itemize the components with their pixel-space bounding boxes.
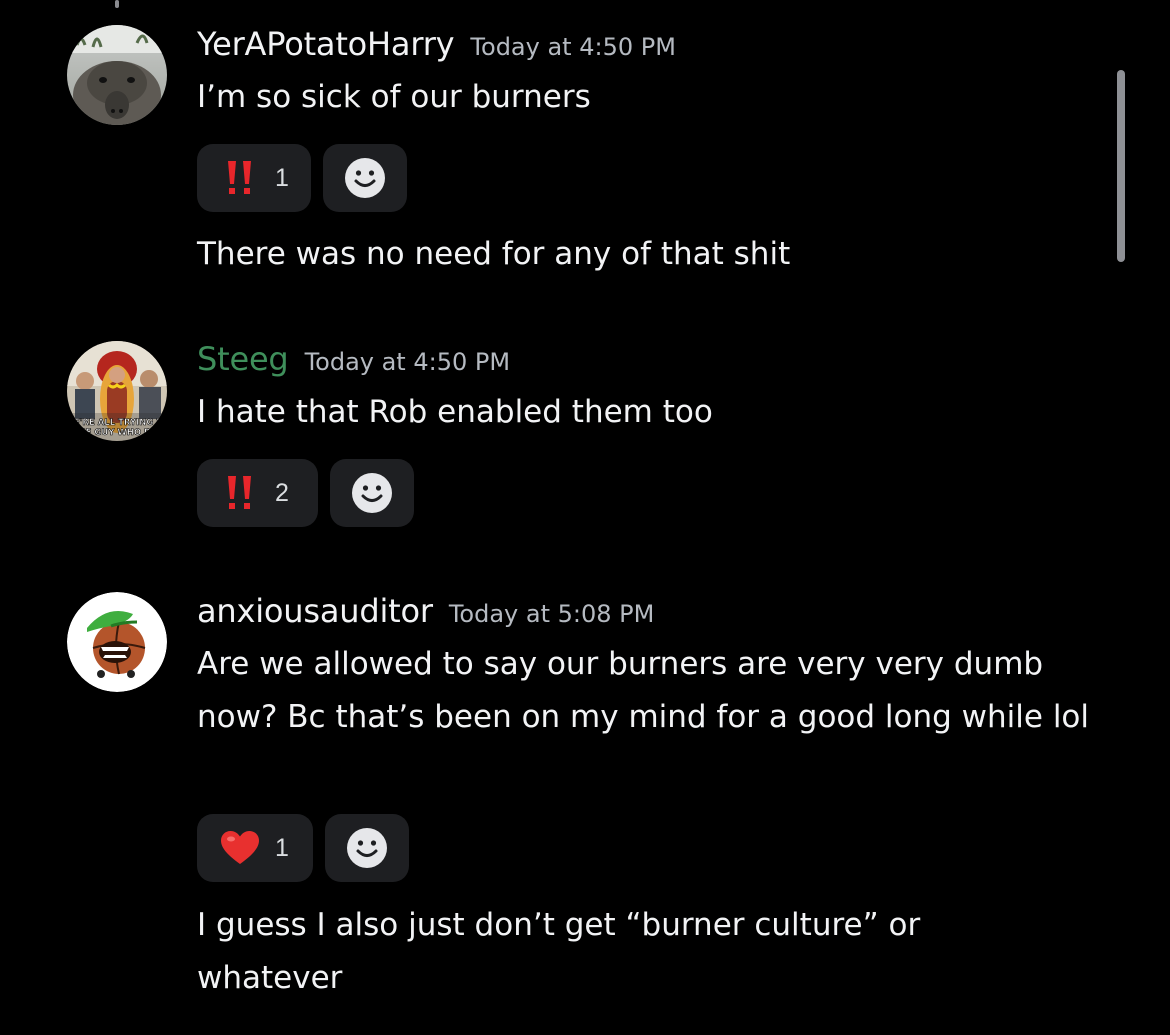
reaction-bar: 1 <box>197 144 407 212</box>
reaction-count: 1 <box>275 163 289 192</box>
divider-stub <box>115 0 119 8</box>
add-reaction-button[interactable] <box>323 144 407 212</box>
username[interactable]: YerAPotatoHarry <box>197 25 455 63</box>
double-exclamation-icon <box>219 472 261 514</box>
double-exclamation-icon <box>219 157 261 199</box>
add-reaction-button[interactable] <box>325 814 409 882</box>
avatar[interactable] <box>67 592 167 692</box>
timestamp: Today at 4:50 PM <box>304 348 511 376</box>
reaction-count: 1 <box>275 833 289 862</box>
timestamp: Today at 5:08 PM <box>448 600 655 628</box>
username[interactable]: Steeg <box>197 340 289 378</box>
reaction-bar: 2 <box>197 459 414 527</box>
message-text: I’m so sick of our burners <box>197 79 591 115</box>
smiley-face-icon <box>351 472 393 514</box>
username[interactable]: anxiousauditor <box>197 592 433 630</box>
avatar[interactable] <box>67 25 167 125</box>
hotdog-costume-meme-avatar: WE'RE ALL TRYING TO THE GUY WHO DID <box>67 341 167 441</box>
message-text: I guess I also just don’t get “burner cu… <box>197 907 921 996</box>
avatar-caption: THE GUY WHO DID <box>73 428 162 438</box>
reaction-pill[interactable]: 2 <box>197 459 318 527</box>
anteater-photo-avatar <box>67 25 167 125</box>
smiley-face-icon <box>344 157 386 199</box>
basketball-cartoon-avatar <box>67 592 167 692</box>
message-text: I hate that Rob enabled them too <box>197 394 713 430</box>
add-reaction-button[interactable] <box>330 459 414 527</box>
reaction-bar: 1 <box>197 814 409 882</box>
reaction-pill[interactable]: 1 <box>197 814 313 882</box>
message-text: There was no need for any of that shit <box>197 236 791 272</box>
reaction-count: 2 <box>275 478 289 507</box>
chat-message-list[interactable]: YerAPotatoHarry Today at 4:50 PM I’m so s… <box>0 0 1170 1035</box>
reaction-pill[interactable]: 1 <box>197 144 311 212</box>
message-header: Steeg Today at 4:50 PM <box>197 340 510 378</box>
smiley-face-icon <box>346 827 388 869</box>
scrollbar[interactable] <box>1117 70 1125 262</box>
avatar-caption: WE'RE ALL TRYING TO <box>67 418 167 428</box>
message-header: YerAPotatoHarry Today at 4:50 PM <box>197 25 676 63</box>
red-heart-icon <box>219 827 261 869</box>
avatar[interactable]: WE'RE ALL TRYING TO THE GUY WHO DID <box>67 341 167 441</box>
timestamp: Today at 4:50 PM <box>470 33 676 61</box>
message-text: Are we allowed to say our burners are ve… <box>197 646 1090 735</box>
message-header: anxiousauditor Today at 5:08 PM <box>197 592 654 630</box>
